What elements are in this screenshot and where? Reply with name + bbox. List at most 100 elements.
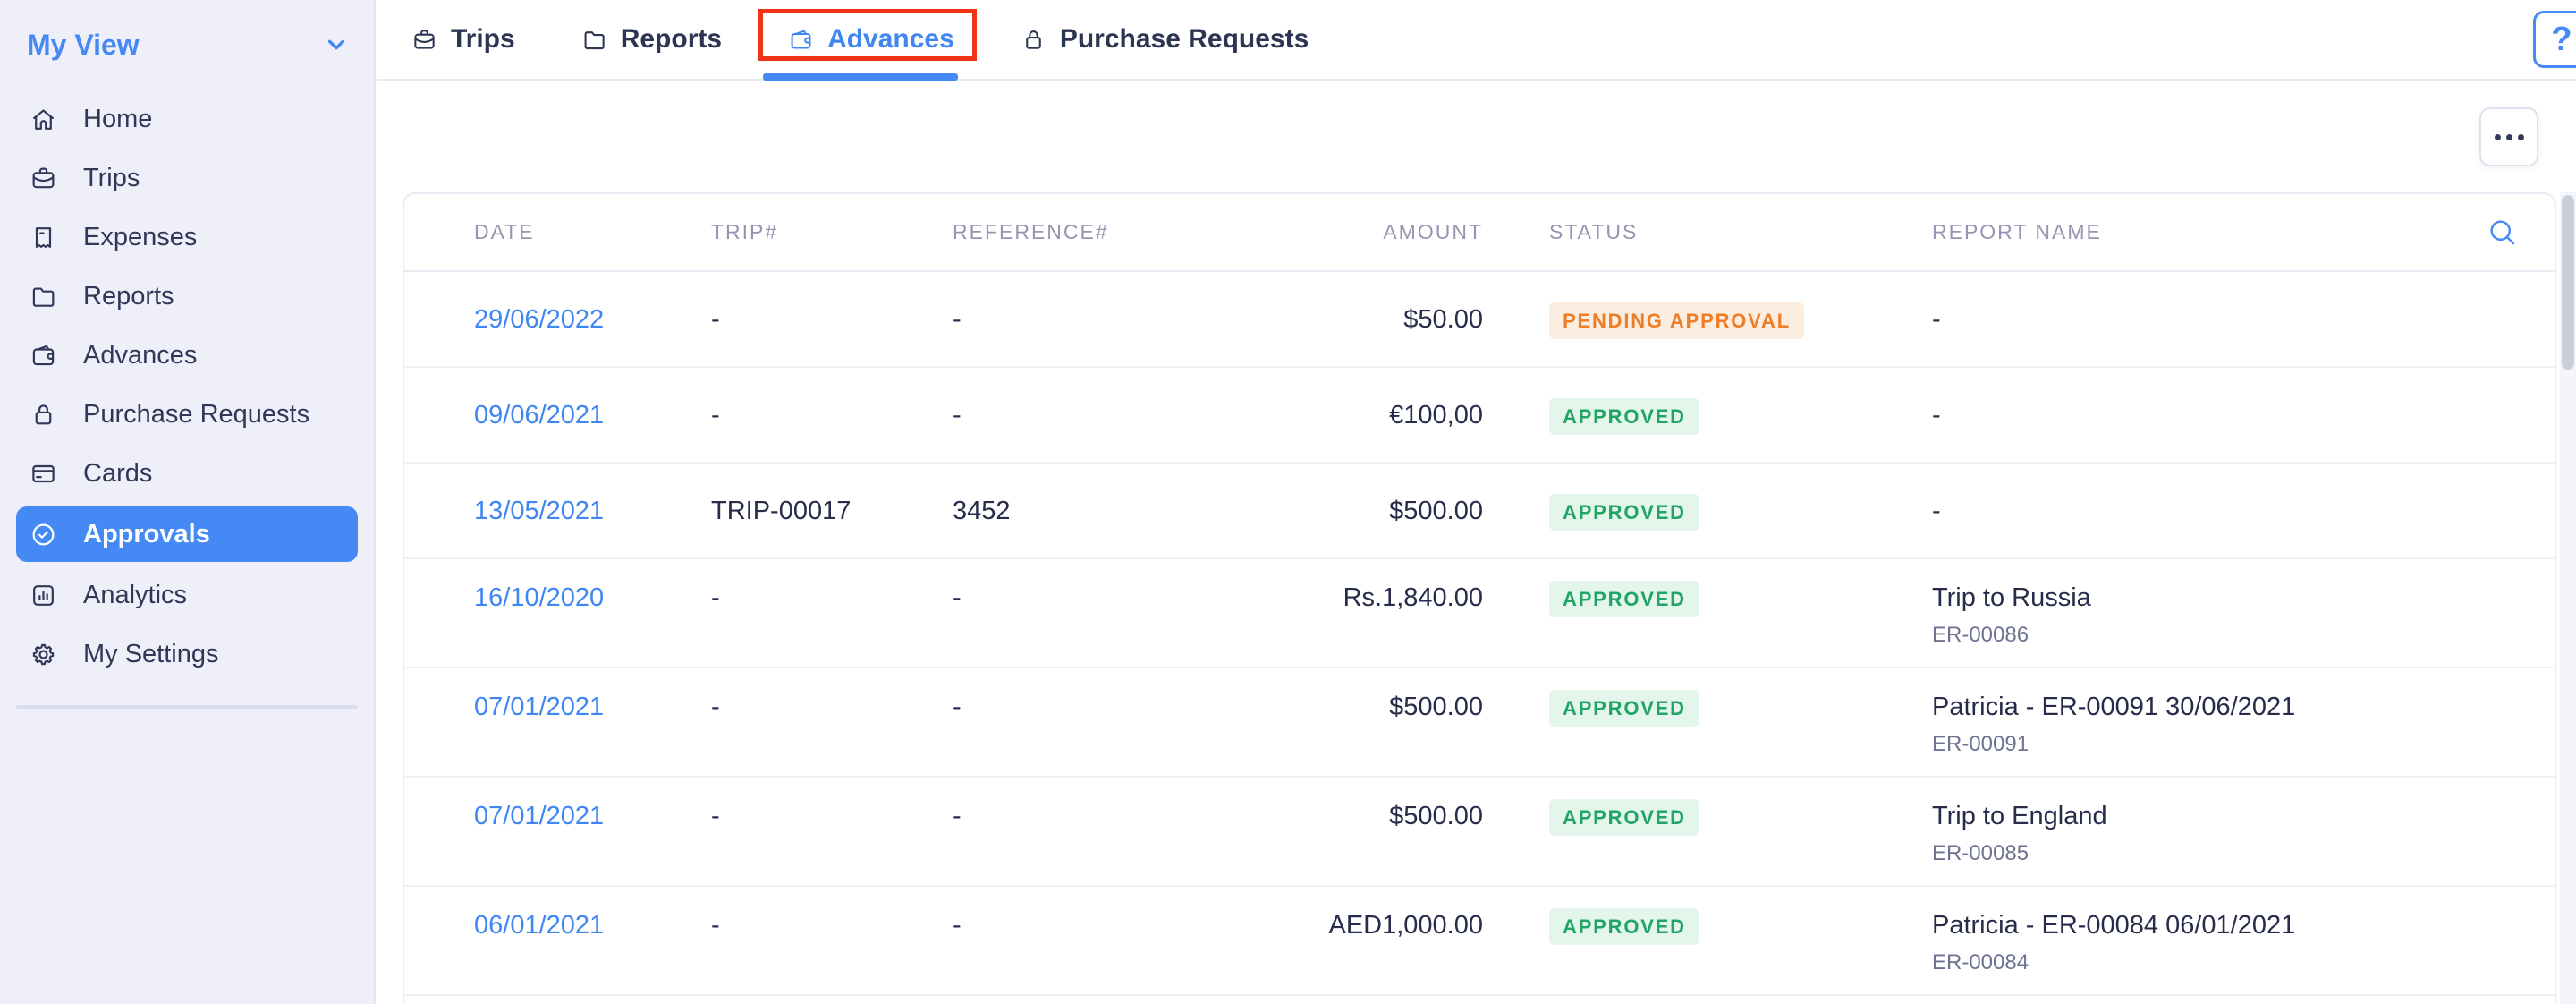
column-header-date[interactable]: DATE <box>474 220 711 244</box>
reference-cell: - <box>953 799 1172 833</box>
tab-label: Reports <box>621 24 722 55</box>
report-cell: Trip to England ER-00085 <box>1932 799 2533 866</box>
report-cell: Patricia - ER-00084 06/01/2021 ER-00084 <box>1932 908 2533 975</box>
amount-cell: €100,00 <box>1172 398 1483 432</box>
sidebar-divider <box>16 705 358 709</box>
report-number: ER-00091 <box>1932 732 2533 757</box>
more-options-button[interactable] <box>2479 107 2538 166</box>
chart-icon <box>30 582 57 609</box>
app-window: My View Home Trips Expenses Reports Adva… <box>0 0 2576 1004</box>
sidebar: My View Home Trips Expenses Reports Adva… <box>0 0 376 1004</box>
date-link[interactable]: 07/01/2021 <box>474 802 604 830</box>
trip-number-cell: - <box>711 690 953 724</box>
receipt-icon <box>30 224 57 251</box>
tab-purchase-requests[interactable]: Purchase Requests <box>1021 0 1309 79</box>
report-name: Patricia - ER-00091 30/06/2021 <box>1932 690 2533 724</box>
tab-label: Advances <box>827 24 954 55</box>
status-badge: APPROVED <box>1549 799 1699 836</box>
column-header-report-name[interactable]: REPORT NAME <box>1932 220 2533 244</box>
report-name: - <box>1932 494 2533 528</box>
sidebar-item-home[interactable]: Home <box>0 89 374 149</box>
sidebar-item-trips[interactable]: Trips <box>0 149 374 208</box>
chevron-down-icon <box>322 30 351 59</box>
wallet-icon <box>788 27 814 53</box>
tab-label: Purchase Requests <box>1060 24 1309 55</box>
table-row[interactable]: 09/06/2021 - - €100,00 APPROVED - <box>404 368 2555 464</box>
amount-cell: $50.00 <box>1172 302 1483 336</box>
report-name: Patricia - ER-00084 06/01/2021 <box>1932 908 2533 942</box>
date-link[interactable]: 29/06/2022 <box>474 305 604 334</box>
check-icon <box>30 521 57 549</box>
sidebar-item-my-settings[interactable]: My Settings <box>0 625 374 684</box>
sidebar-item-label: Advances <box>83 341 197 370</box>
scrollbar-track[interactable] <box>2560 192 2576 1004</box>
date-link[interactable]: 16/10/2020 <box>474 583 604 612</box>
tab-trips[interactable]: Trips <box>411 0 515 79</box>
table-row[interactable]: 13/05/2021 TRIP-00017 3452 $500.00 APPRO… <box>404 464 2555 559</box>
sidebar-item-label: Approvals <box>83 520 210 549</box>
date-link[interactable]: 07/01/2021 <box>474 693 604 721</box>
sidebar-item-purchase-requests[interactable]: Purchase Requests <box>0 385 374 444</box>
table-row[interactable]: 07/01/2021 - - $500.00 APPROVED Patricia… <box>404 668 2555 778</box>
table-row[interactable]: 06/01/2021 - - AED1,000.00 APPROVED Patr… <box>404 887 2555 996</box>
lock-icon <box>30 401 57 429</box>
column-header-trip[interactable]: TRIP# <box>711 220 953 244</box>
reference-cell: - <box>953 302 1172 336</box>
trip-number-cell: - <box>711 302 953 336</box>
table-row[interactable]: 16/10/2020 - - Rs.1,840.00 APPROVED Trip… <box>404 559 2555 668</box>
report-cell: - <box>1932 302 2533 336</box>
active-tab-underline <box>763 73 958 81</box>
tab-strip: Trips Reports Advances Purchase Requests <box>411 0 1309 79</box>
column-header-reference[interactable]: REFERENCE# <box>953 220 1172 244</box>
date-link[interactable]: 06/01/2021 <box>474 911 604 940</box>
trip-number-cell: - <box>711 581 953 615</box>
reference-cell: - <box>953 908 1172 942</box>
amount-cell: $500.00 <box>1172 494 1483 528</box>
reference-cell: - <box>953 690 1172 724</box>
column-header-amount[interactable]: AMOUNT <box>1172 220 1483 244</box>
status-badge: APPROVED <box>1549 908 1699 945</box>
sidebar-item-label: Purchase Requests <box>83 400 309 430</box>
table-header: DATE TRIP# REFERENCE# AMOUNT STATUS REPO… <box>404 194 2555 272</box>
amount-cell: Rs.1,840.00 <box>1172 581 1483 615</box>
view-switcher-label: My View <box>27 29 140 62</box>
report-cell: Trip to Russia ER-00086 <box>1932 581 2533 648</box>
briefcase-icon <box>30 165 57 192</box>
trip-number-cell: - <box>711 908 953 942</box>
sidebar-item-expenses[interactable]: Expenses <box>0 208 374 267</box>
date-link[interactable]: 13/05/2021 <box>474 497 604 525</box>
ellipsis-icon <box>2495 134 2501 140</box>
sidebar-item-approvals[interactable]: Approvals <box>16 506 358 562</box>
report-cell: Patricia - ER-00091 30/06/2021 ER-00091 <box>1932 690 2533 757</box>
amount-cell: $500.00 <box>1172 799 1483 833</box>
reference-cell: - <box>953 581 1172 615</box>
topbar: Trips Reports Advances Purchase Requests… <box>377 0 2576 81</box>
amount-cell: $500.00 <box>1172 690 1483 724</box>
status-badge: APPROVED <box>1549 494 1699 531</box>
sidebar-item-reports[interactable]: Reports <box>0 267 374 326</box>
report-number: ER-00085 <box>1932 841 2533 866</box>
sidebar-item-analytics[interactable]: Analytics <box>0 566 374 625</box>
status-badge: PENDING APPROVAL <box>1549 302 1804 339</box>
reference-cell: - <box>953 398 1172 432</box>
sidebar-item-cards[interactable]: Cards <box>0 444 374 503</box>
home-icon <box>30 106 57 133</box>
column-header-status[interactable]: STATUS <box>1483 220 1932 244</box>
tab-reports[interactable]: Reports <box>581 0 722 79</box>
amount-cell: AED1,000.00 <box>1172 908 1483 942</box>
trip-number-cell: - <box>711 799 953 833</box>
sidebar-nav: Home Trips Expenses Reports Advances Pur… <box>0 89 374 684</box>
sidebar-item-advances[interactable]: Advances <box>0 326 374 385</box>
sidebar-item-label: Home <box>83 105 152 134</box>
tab-advances[interactable]: Advances <box>788 0 954 79</box>
sidebar-item-label: Cards <box>83 459 152 489</box>
view-switcher[interactable]: My View <box>0 0 374 89</box>
report-number: ER-00084 <box>1932 950 2533 975</box>
search-icon[interactable] <box>2487 217 2519 249</box>
scrollbar-thumb[interactable] <box>2562 195 2574 370</box>
ellipsis-icon <box>2518 134 2524 140</box>
table-row[interactable]: 29/06/2022 - - $50.00 PENDING APPROVAL - <box>404 272 2555 368</box>
date-link[interactable]: 09/06/2021 <box>474 401 604 430</box>
help-button[interactable]: ? <box>2533 11 2576 68</box>
table-row[interactable]: 07/01/2021 - - $500.00 APPROVED Trip to … <box>404 778 2555 887</box>
